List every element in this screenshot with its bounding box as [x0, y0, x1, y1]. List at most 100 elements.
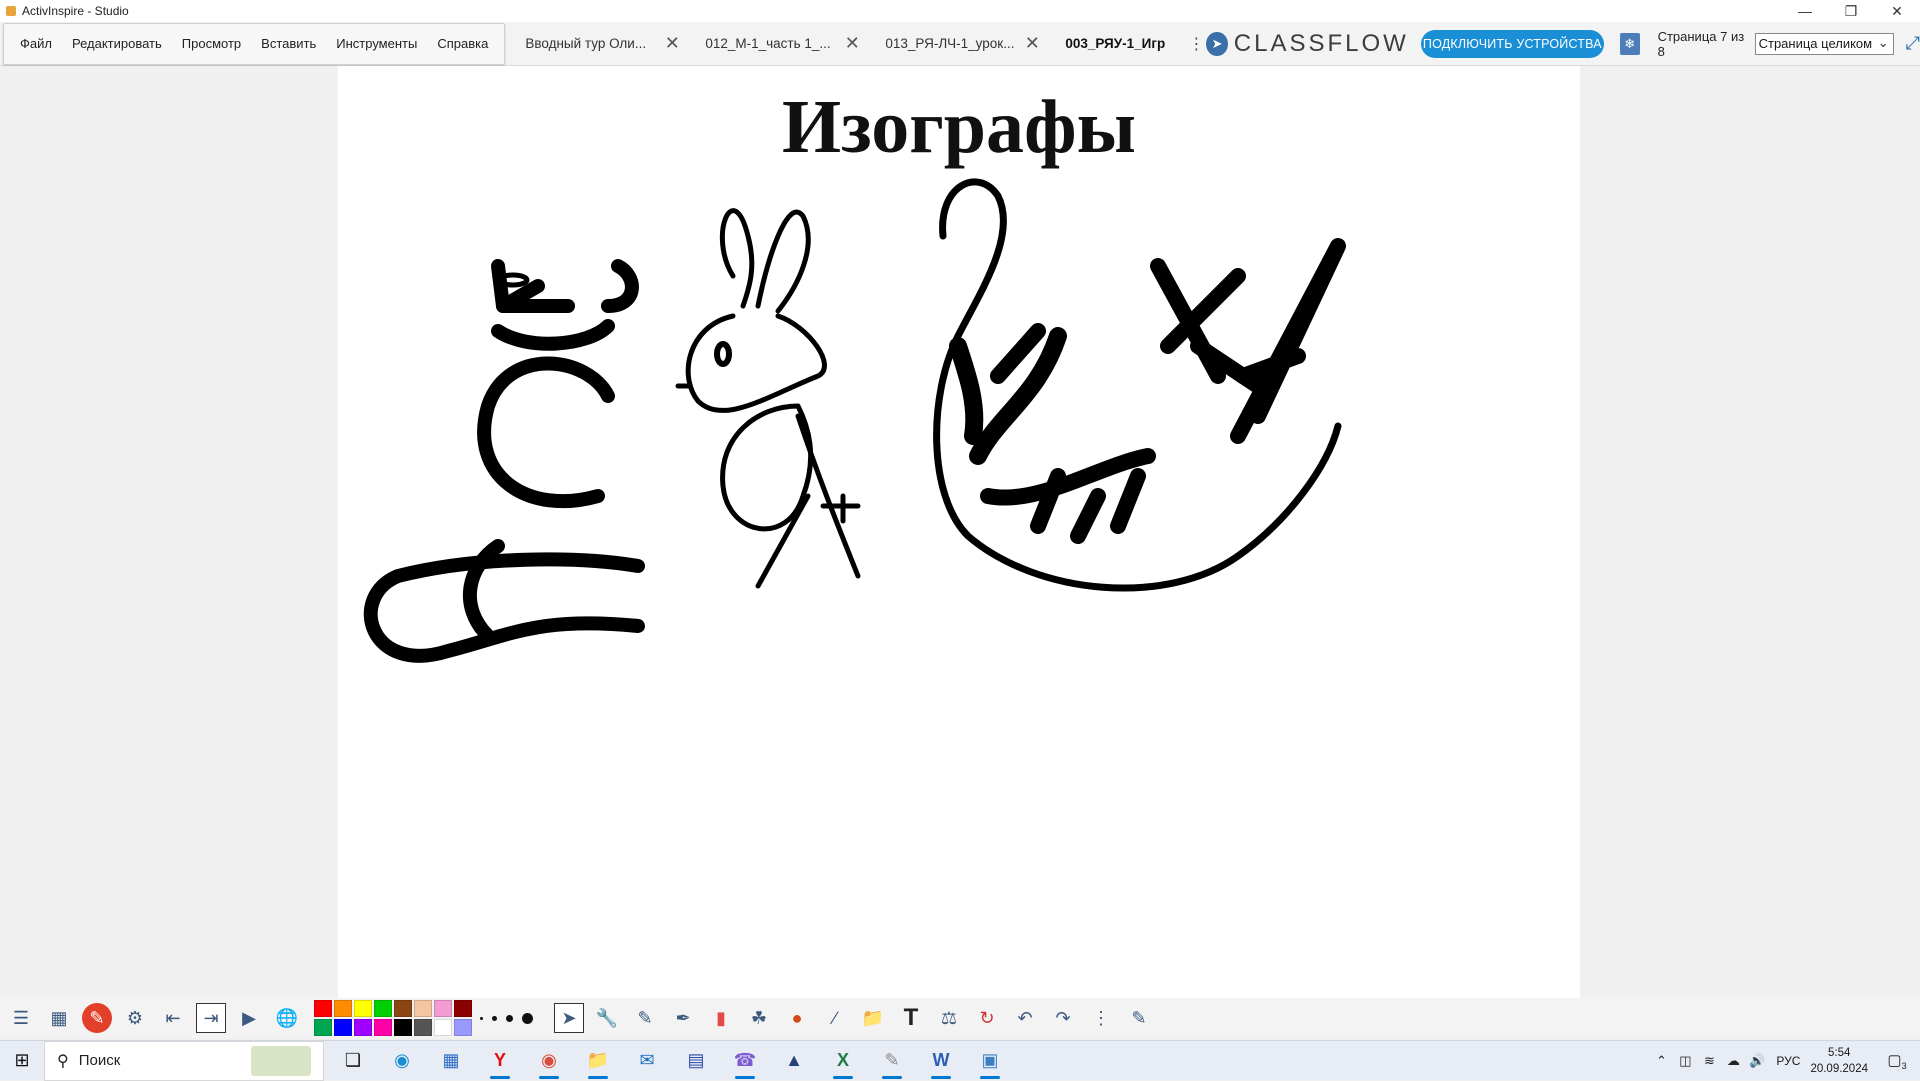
browsers-icon[interactable]: ▦ [44, 1003, 74, 1033]
chrome-icon[interactable]: ◉ [529, 1041, 569, 1081]
isograph-drawings[interactable] [338, 176, 1580, 776]
redo-icon[interactable]: ↷ [1048, 1003, 1078, 1033]
color-swatch-gray[interactable] [414, 1019, 432, 1036]
fox-isograph[interactable] [363, 259, 645, 663]
notifications-icon[interactable]: ▢3 [1882, 1051, 1912, 1071]
mail-icon[interactable]: ✉ [627, 1041, 667, 1081]
menu-file[interactable]: Файл [10, 23, 62, 65]
previous-page-icon[interactable]: ⇤ [158, 1003, 188, 1033]
explorer-icon[interactable]: 📁 [578, 1041, 618, 1081]
volume-icon[interactable]: 🔊 [1746, 1053, 1768, 1069]
task-view-icon[interactable]: ❏ [333, 1041, 373, 1081]
edge-icon[interactable]: ◉ [382, 1041, 422, 1081]
excel-icon[interactable]: X [823, 1041, 863, 1081]
app-icon[interactable]: ▤ [676, 1041, 716, 1081]
tab-label: 003_РЯУ-1_Игр [1065, 36, 1166, 51]
notifications-count: 3 [1901, 1061, 1907, 1071]
color-swatch-magenta[interactable] [374, 1019, 392, 1036]
color-swatch-white[interactable] [434, 1019, 452, 1036]
menu-insert[interactable]: Вставить [251, 23, 326, 65]
width-dot-xlarge[interactable] [522, 1012, 533, 1024]
tools-icon[interactable]: ⚙ [120, 1003, 150, 1033]
presentation-icon[interactable]: ▣ [970, 1041, 1010, 1081]
tab-label: 013_РЯ-ЛЧ-1_урок... [885, 36, 1015, 51]
color-swatch-darkgreen[interactable] [314, 1019, 332, 1036]
select-cursor-icon[interactable]: ➤ [554, 1003, 584, 1033]
wifi-icon[interactable]: ≋ [1698, 1053, 1720, 1069]
fullscreen-icon[interactable]: ⤢ [1906, 33, 1920, 54]
windows-start-icon[interactable]: ⊞ [0, 1041, 44, 1081]
taskbar-search[interactable]: ⚲ Поиск [44, 1040, 324, 1081]
highlighter-icon[interactable]: ✒ [668, 1003, 698, 1033]
shape-icon[interactable]: ● [782, 1003, 812, 1033]
more-tools-icon[interactable]: ⋮ [1086, 1003, 1116, 1033]
color-swatch-yellow[interactable] [354, 1000, 372, 1017]
yandex-icon[interactable]: Y [480, 1041, 520, 1081]
color-swatch-pink[interactable] [434, 1000, 452, 1017]
globe-icon[interactable]: 🌐 [272, 1003, 302, 1033]
document-tab[interactable]: 013_РЯ-ЛЧ-1_урок... ✕ [873, 22, 1053, 66]
workspace: Изографы [0, 66, 1920, 1000]
document-tab-active[interactable]: 003_РЯУ-1_Игр [1053, 22, 1188, 66]
next-page-icon[interactable]: ⇥ [196, 1003, 226, 1033]
width-dot-large[interactable] [506, 1014, 513, 1022]
color-swatch-blue[interactable] [334, 1019, 352, 1036]
text-icon[interactable]: T [896, 1003, 926, 1033]
color-swatch-purple[interactable] [354, 1019, 372, 1036]
onedrive-icon[interactable]: ☁ [1722, 1053, 1744, 1069]
minimize-button[interactable]: — [1782, 0, 1828, 22]
color-swatch-brown[interactable] [394, 1000, 412, 1017]
flipchart-page[interactable]: Изографы [338, 66, 1580, 1000]
language-indicator[interactable]: РУС [1776, 1054, 1800, 1068]
close-tab-icon[interactable]: ✕ [1023, 33, 1041, 54]
eraser-icon[interactable]: ▮ [706, 1003, 736, 1033]
clock[interactable]: 5:54 20.09.2024 [1810, 1045, 1868, 1077]
color-swatch-darkred[interactable] [454, 1000, 472, 1017]
viber-icon[interactable]: ☎ [725, 1041, 765, 1081]
menu-help[interactable]: Справка [427, 23, 498, 65]
close-button[interactable]: ✕ [1874, 0, 1920, 22]
width-dot-medium[interactable] [492, 1015, 497, 1021]
menu-tools[interactable]: Инструменты [326, 23, 427, 65]
color-swatch-red[interactable] [314, 1000, 332, 1017]
restore-button[interactable]: ❐ [1828, 0, 1874, 22]
store-icon[interactable]: ▦ [431, 1041, 471, 1081]
activinspire-icon[interactable]: ✎ [872, 1041, 912, 1081]
connect-devices-button[interactable]: ПОДКЛЮЧИТЬ УСТРОЙСТВА [1420, 29, 1604, 58]
more-tabs-icon[interactable]: ⋮ [1188, 34, 1204, 54]
bee-isograph[interactable] [675, 208, 861, 589]
color-swatch-lavender[interactable] [454, 1019, 472, 1036]
snail-isograph[interactable] [933, 178, 1346, 592]
color-swatch-orange[interactable] [334, 1000, 352, 1017]
close-tab-icon[interactable]: ✕ [663, 33, 681, 54]
resource-library-icon[interactable]: 📁 [858, 1003, 888, 1033]
pen-highlight-icon[interactable]: ✎ [82, 1003, 112, 1033]
fill-icon[interactable]: ☘ [744, 1003, 774, 1033]
zoom-select[interactable]: Страница целиком ⌄ [1754, 32, 1894, 55]
menu-edit[interactable]: Редактировать [62, 23, 172, 65]
arc-app-icon[interactable]: ▲ [774, 1041, 814, 1081]
menu-view[interactable]: Просмотр [172, 23, 251, 65]
word-icon[interactable]: W [921, 1041, 961, 1081]
rocket-icon[interactable]: ➤ [1206, 31, 1228, 56]
reset-page-icon[interactable]: ↻ [972, 1003, 1002, 1033]
undo-icon[interactable]: ↶ [1010, 1003, 1040, 1033]
device-icon[interactable]: ◫ [1674, 1053, 1696, 1069]
color-swatch-black[interactable] [394, 1019, 412, 1036]
tools-wrench-icon[interactable]: 🔧 [592, 1003, 622, 1033]
document-tab[interactable]: Вводный тур Оли... ✕ [513, 22, 693, 66]
document-tab[interactable]: 012_М-1_часть 1_... ✕ [693, 22, 873, 66]
chevron-up-icon[interactable]: ⌃ [1650, 1053, 1672, 1069]
color-swatch-peach[interactable] [414, 1000, 432, 1017]
pen-icon[interactable]: ✎ [630, 1003, 660, 1033]
title-bar: ActivInspire - Studio — ❐ ✕ [0, 0, 1920, 22]
close-tab-icon[interactable]: ✕ [843, 33, 861, 54]
color-swatch-green[interactable] [374, 1000, 392, 1017]
play-icon[interactable]: ▶ [234, 1003, 264, 1033]
desktop-annotate-icon[interactable]: ✎ [1124, 1003, 1154, 1033]
main-menu-icon[interactable]: ☰ [6, 1003, 36, 1033]
width-dot-small[interactable] [480, 1016, 483, 1020]
clear-icon[interactable]: ⚖ [934, 1003, 964, 1033]
connector-icon[interactable]: ∕ [820, 1003, 850, 1033]
page-browser-icon[interactable]: ❄ [1619, 32, 1640, 55]
